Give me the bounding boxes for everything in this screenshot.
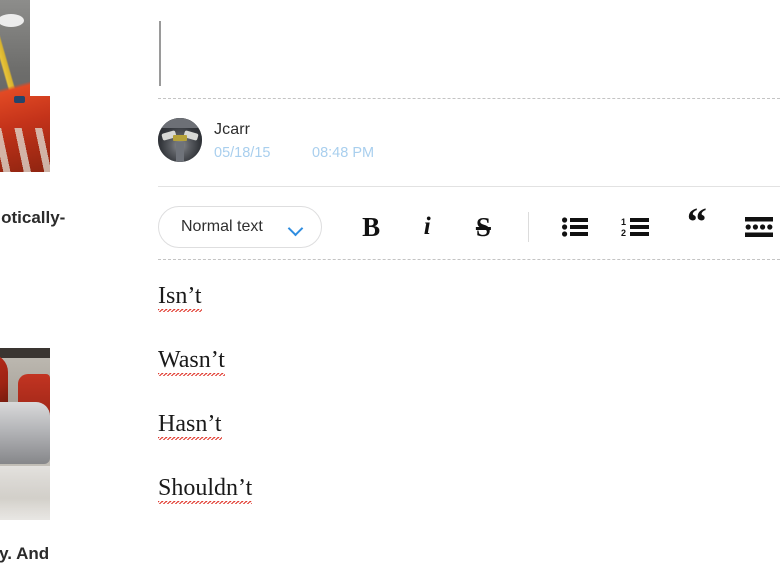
avatar[interactable] — [158, 118, 202, 162]
bold-icon: B — [362, 211, 381, 242]
spellchecked-word: Isn’t — [158, 283, 202, 312]
post-author-row: Jcarr 05/18/15 08:48 PM — [158, 118, 374, 162]
svg-text:2: 2 — [621, 228, 626, 237]
photo-road-with-red-car — [0, 0, 50, 172]
editor-line[interactable]: Wasn’t — [158, 346, 225, 376]
author-meta: Jcarr 05/18/15 08:48 PM — [214, 118, 374, 162]
spellchecked-word: Hasn’t — [158, 411, 222, 440]
editor-line-wrap: Wasn’t — [158, 346, 780, 410]
formatting-toolbar: Normal text B i S 1 2 “ — [158, 202, 780, 252]
editor-line-wrap: Isn’t — [158, 282, 780, 346]
avatar-center-column — [176, 142, 184, 162]
code-block-icon — [744, 217, 773, 237]
red-car-shape — [0, 354, 8, 408]
fragment-bly-and: bly. And — [0, 544, 50, 563]
garage-floor-reflection — [0, 466, 50, 520]
distant-car-shape — [14, 96, 25, 103]
divider-above-author — [158, 98, 780, 99]
post-timestamp: 05/18/15 08:48 PM — [214, 145, 374, 162]
post-date: 05/18/15 — [214, 145, 271, 161]
numbered-list-button[interactable]: 1 2 — [614, 205, 656, 249]
avatar-photo-top — [158, 118, 202, 128]
bulleted-list-button[interactable] — [553, 205, 595, 249]
spellchecked-word: Shouldn’t — [158, 475, 253, 504]
quote-bar-indicator — [159, 21, 161, 86]
fragment-idiotically: diotically- — [0, 208, 66, 227]
editor-line[interactable]: Hasn’t — [158, 410, 222, 440]
strikethrough-button[interactable]: S — [462, 205, 504, 249]
bold-button[interactable]: B — [350, 205, 392, 249]
italic-icon: i — [423, 213, 431, 240]
post-editor-column: Jcarr 05/18/15 08:48 PM Normal text B i … — [150, 0, 780, 567]
editor-line-wrap: Shouldn’t — [158, 474, 780, 538]
text-style-select[interactable]: Normal text — [158, 206, 322, 248]
toolbar-separator — [528, 212, 530, 242]
post-time: 08:48 PM — [312, 145, 375, 161]
quote-button[interactable]: “ — [676, 200, 718, 254]
divider-above-toolbar — [158, 186, 780, 187]
italic-button[interactable]: i — [406, 205, 448, 249]
editor-line[interactable]: Shouldn’t — [158, 474, 253, 504]
text-style-select-value: Normal text — [181, 218, 263, 235]
editor-line[interactable]: Isn’t — [158, 282, 202, 312]
left-partial-column: diotically- bly. And — [0, 0, 150, 567]
spellchecked-word: Wasn’t — [158, 347, 225, 376]
bulleted-list-icon — [561, 217, 588, 237]
author-name[interactable]: Jcarr — [214, 120, 374, 139]
numbered-list-icon: 1 2 — [621, 217, 649, 237]
code-block-button[interactable] — [738, 205, 780, 249]
chevron-down-icon — [289, 223, 303, 232]
garage-ceiling-shape — [0, 348, 50, 358]
photo-garage-with-cars — [0, 348, 50, 520]
svg-text:1: 1 — [621, 217, 626, 227]
crosswalk-stripes — [0, 128, 50, 172]
silver-car-shape — [0, 402, 50, 464]
editor-line-wrap: Hasn’t — [158, 410, 780, 474]
editor-content[interactable]: Isn’t Wasn’t Hasn’t Shouldn’t — [158, 282, 780, 538]
divider-below-toolbar — [158, 259, 780, 260]
photo-road-edge-mask — [30, 0, 50, 96]
strikethrough-icon: S — [475, 211, 491, 242]
cloud-shape — [0, 14, 24, 27]
avatar-plate — [173, 135, 187, 141]
